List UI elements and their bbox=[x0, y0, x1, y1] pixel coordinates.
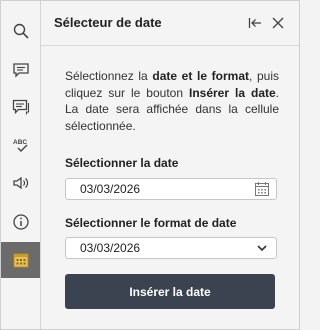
rail-comment-button[interactable] bbox=[1, 52, 40, 88]
comments-icon bbox=[12, 99, 29, 115]
collapse-panel-button[interactable] bbox=[245, 13, 265, 33]
panel-title: Sélecteur de date bbox=[54, 15, 162, 30]
comment-icon bbox=[12, 63, 29, 78]
desc-bold-1: date et le format bbox=[152, 69, 249, 83]
rail-speaker-button[interactable] bbox=[1, 165, 40, 201]
chevron-down-icon bbox=[257, 245, 267, 252]
speaker-icon bbox=[12, 176, 28, 190]
search-icon bbox=[13, 23, 29, 39]
calendar-icon bbox=[13, 253, 28, 268]
format-select[interactable]: 03/03/2026 bbox=[65, 237, 277, 259]
collapse-left-icon bbox=[248, 18, 261, 28]
format-label: Sélectionner le format de date bbox=[65, 216, 237, 230]
rail-search-button[interactable] bbox=[1, 13, 40, 49]
left-rail: ABC bbox=[1, 1, 41, 329]
rail-spellcheck-button[interactable]: ABC bbox=[1, 127, 40, 163]
date-label: Sélectionner la date bbox=[65, 156, 179, 170]
svg-text:ABC: ABC bbox=[13, 139, 27, 146]
date-picker-panel: Sélecteur de date Sélectionnez la date e… bbox=[41, 1, 299, 329]
close-panel-button[interactable] bbox=[268, 13, 288, 33]
desc-bold-2: Insérer la date bbox=[189, 85, 276, 100]
app-frame: ABC Sélecteur de date Sélectionnez la da… bbox=[0, 0, 300, 330]
spellcheck-icon: ABC bbox=[13, 139, 27, 152]
date-input[interactable]: 03/03/2026 bbox=[65, 178, 277, 200]
calendar-picker-icon[interactable] bbox=[254, 181, 270, 197]
instructions-text: Sélectionnez la date et le format, puis … bbox=[65, 68, 279, 134]
rail-info-button[interactable] bbox=[1, 204, 40, 240]
desc-part-1: Sélectionnez la bbox=[65, 69, 153, 83]
panel-header: Sélecteur de date bbox=[41, 1, 299, 46]
close-icon bbox=[272, 17, 284, 29]
date-input-value: 03/03/2026 bbox=[80, 182, 141, 196]
insert-date-button[interactable]: Insérer la date bbox=[65, 274, 275, 309]
info-icon bbox=[12, 214, 29, 230]
rail-calendar-button[interactable] bbox=[1, 242, 40, 278]
rail-comments-button[interactable] bbox=[1, 89, 40, 125]
format-select-value: 03/03/2026 bbox=[80, 241, 141, 255]
